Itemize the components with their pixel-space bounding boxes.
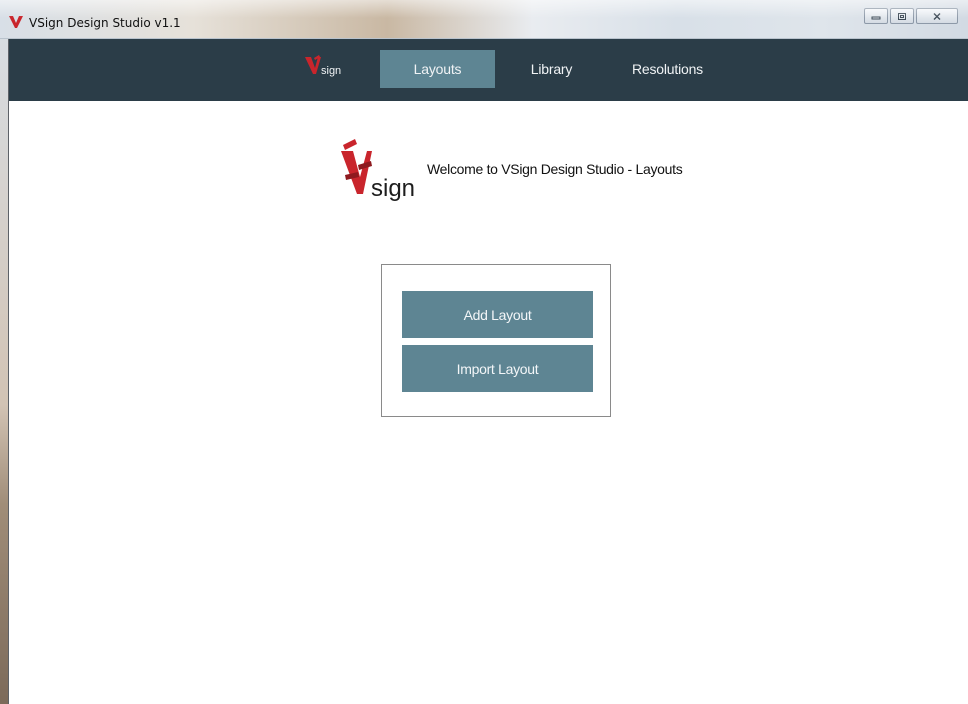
vsign-app-icon <box>9 16 23 28</box>
title-bar[interactable]: VSign Design Studio v1.1 <box>0 0 968 39</box>
tab-layouts[interactable]: Layouts <box>380 50 495 88</box>
minimize-button[interactable] <box>864 8 888 24</box>
minimize-icon <box>871 16 881 20</box>
vsign-logo-icon: sign <box>305 55 341 77</box>
top-nav-bar: sign Layouts Library Resolutions <box>9 39 968 101</box>
app-window: VSign Design Studio v1.1 sign Layouts Li… <box>0 0 968 704</box>
logo-text: sign <box>371 175 415 201</box>
window-frame-left <box>0 39 9 704</box>
welcome-message: Welcome to VSign Design Studio - Layouts <box>427 161 683 177</box>
layout-actions-panel: Add Layout Import Layout <box>381 264 611 417</box>
add-layout-button[interactable]: Add Layout <box>402 291 593 338</box>
window-controls <box>862 8 958 24</box>
close-button[interactable] <box>916 8 958 24</box>
vsign-logo-large-icon: sign <box>341 139 415 202</box>
tab-resolutions[interactable]: Resolutions <box>620 50 715 88</box>
maximize-icon <box>898 12 906 20</box>
main-content: sign Welcome to VSign Design Studio - La… <box>9 101 968 704</box>
vsign-logo: sign <box>341 139 421 206</box>
nav-logo-text: sign <box>321 65 341 77</box>
window-title: VSign Design Studio v1.1 <box>29 16 181 30</box>
close-icon <box>933 12 941 20</box>
tab-library[interactable]: Library <box>514 50 589 88</box>
nav-vsign-logo: sign <box>305 55 347 82</box>
import-layout-button[interactable]: Import Layout <box>402 345 593 392</box>
maximize-button[interactable] <box>890 8 914 24</box>
